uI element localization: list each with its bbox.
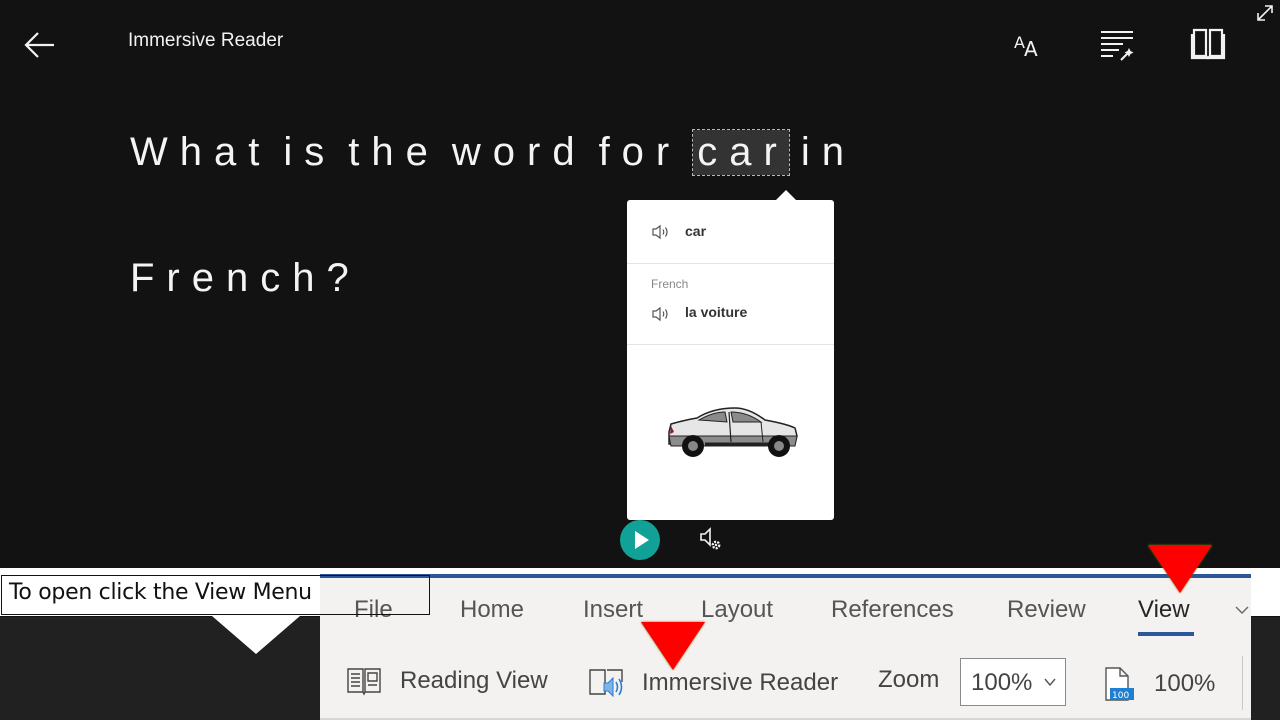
reading-view-icon bbox=[347, 668, 381, 696]
reading-line-2: French? bbox=[130, 256, 373, 301]
svg-text:100: 100 bbox=[1112, 691, 1129, 701]
zoom-level-value: 100% bbox=[971, 669, 1033, 696]
chevron-down-icon bbox=[1044, 678, 1056, 687]
pointer-marker-immersive-reader bbox=[641, 622, 705, 670]
grammar-options-icon bbox=[1101, 31, 1134, 61]
zoom-button[interactable]: Zoom bbox=[878, 666, 939, 694]
word-ribbon: File Home Insert Layout References Revie… bbox=[320, 574, 1251, 720]
zoom-100-button[interactable]: 100 100% bbox=[1102, 666, 1215, 702]
callout-text-box: To open click the View Menu bbox=[1, 575, 430, 615]
zoom-100-label: 100% bbox=[1154, 670, 1216, 697]
svg-text:A: A bbox=[1024, 37, 1038, 61]
text-preferences-icon: A A bbox=[1014, 33, 1038, 61]
zoom-label: Zoom bbox=[878, 666, 940, 693]
active-tab-indicator bbox=[1138, 632, 1194, 636]
back-arrow-icon bbox=[24, 32, 54, 58]
translated-word: la voiture bbox=[685, 304, 748, 320]
immersive-reader-label: Immersive Reader bbox=[642, 669, 839, 696]
zoom-level-select[interactable]: 100% bbox=[960, 658, 1066, 706]
reading-word[interactable]: French? bbox=[130, 256, 361, 301]
reading-view-button[interactable]: Reading View bbox=[346, 666, 548, 696]
immersive-reader-button[interactable]: Immersive Reader bbox=[588, 666, 838, 700]
picture-dictionary-popup: car French la voiture bbox=[627, 200, 834, 520]
back-button[interactable] bbox=[22, 28, 58, 62]
car-illustration bbox=[668, 407, 798, 457]
tab-references[interactable]: References bbox=[831, 596, 954, 624]
reading-preferences-icon bbox=[1190, 28, 1226, 60]
callout-tail bbox=[212, 616, 300, 654]
ribbon-divider bbox=[1242, 656, 1243, 710]
translation-row: French la voiture bbox=[627, 264, 834, 345]
reading-preferences-button[interactable] bbox=[1188, 24, 1228, 64]
reading-word[interactable]: in bbox=[801, 130, 856, 175]
play-button[interactable] bbox=[620, 520, 660, 560]
reading-word[interactable]: word bbox=[452, 130, 587, 175]
tab-review[interactable]: Review bbox=[1007, 596, 1086, 624]
reading-word[interactable]: for bbox=[599, 130, 682, 175]
tab-insert[interactable]: Insert bbox=[583, 596, 643, 624]
tab-view[interactable]: View bbox=[1138, 596, 1190, 624]
text-preferences-button[interactable]: A A bbox=[1008, 24, 1048, 64]
reading-word[interactable]: the bbox=[348, 130, 440, 175]
play-icon bbox=[635, 531, 649, 549]
speaker-icon[interactable] bbox=[651, 224, 671, 240]
reading-word[interactable]: What bbox=[130, 130, 271, 175]
tab-layout[interactable]: Layout bbox=[701, 596, 773, 624]
source-word-row: car bbox=[627, 200, 834, 264]
tab-home[interactable]: Home bbox=[460, 596, 524, 624]
reading-view-label: Reading View bbox=[400, 667, 548, 694]
pointer-marker-view bbox=[1148, 545, 1212, 593]
voice-settings-icon bbox=[700, 527, 721, 550]
source-word: car bbox=[685, 223, 707, 239]
zoom-100-icon: 100 bbox=[1105, 667, 1134, 701]
popup-pointer bbox=[776, 190, 796, 200]
speaker-icon[interactable] bbox=[651, 306, 671, 322]
chevron-down-icon[interactable] bbox=[1234, 602, 1250, 618]
ribbon-backdrop bbox=[1251, 617, 1280, 720]
selected-word[interactable]: car bbox=[692, 129, 790, 176]
callout-text: To open click the View Menu bbox=[9, 580, 312, 605]
app-title: Immersive Reader bbox=[128, 30, 284, 51]
voice-settings-button[interactable] bbox=[698, 526, 724, 552]
immersive-reader-icon bbox=[589, 669, 623, 698]
fullscreen-button[interactable] bbox=[1254, 2, 1276, 24]
reading-line-1: What is the word for car in bbox=[130, 129, 868, 176]
expand-icon bbox=[1257, 5, 1273, 21]
reading-word[interactable]: is bbox=[283, 130, 336, 175]
translation-language: French bbox=[651, 277, 689, 291]
grammar-options-button[interactable] bbox=[1097, 24, 1137, 64]
